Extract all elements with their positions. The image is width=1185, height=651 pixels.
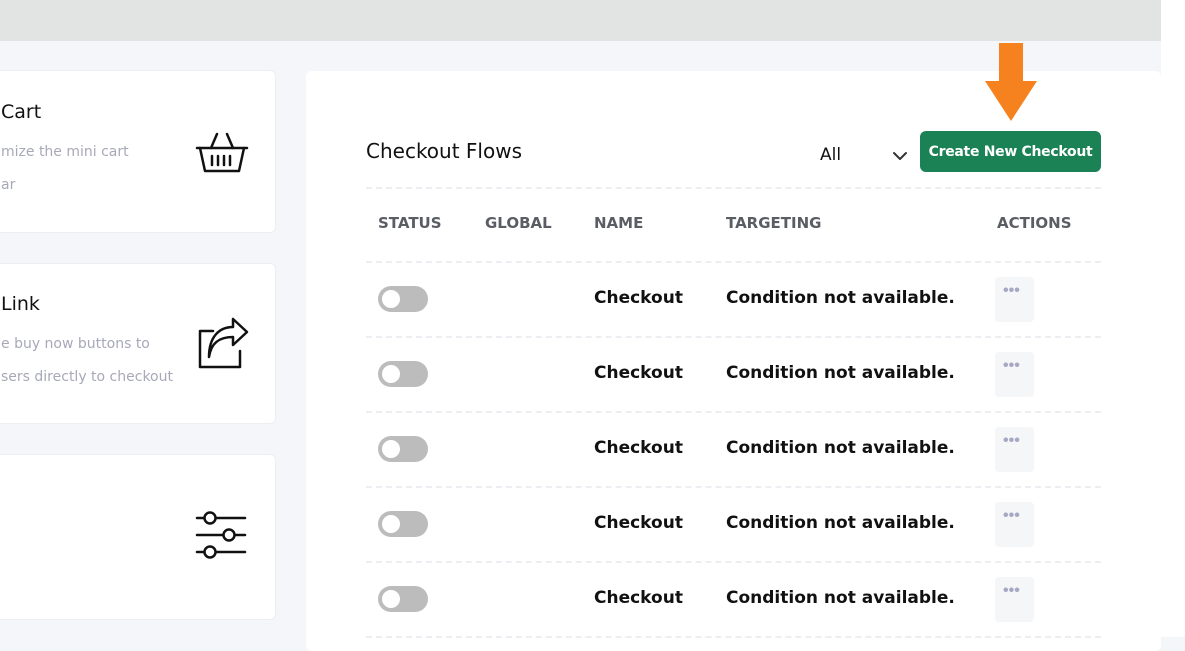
top-bar <box>0 0 1161 41</box>
more-actions-button[interactable]: ••• <box>995 427 1034 472</box>
settings-card[interactable] <box>0 454 276 620</box>
checkout-flows-panel: Checkout Flows All Create New Checkout S… <box>306 71 1161 651</box>
status-toggle[interactable] <box>378 361 428 387</box>
checkout-name[interactable]: Checkout <box>594 288 683 308</box>
divider <box>366 187 1101 189</box>
status-toggle[interactable] <box>378 511 428 537</box>
more-dots-icon: ••• <box>1003 357 1020 374</box>
page-title: Checkout Flows <box>366 139 522 163</box>
share-icon <box>195 317 249 374</box>
arrow-down-icon <box>985 43 1037 121</box>
toggle-knob <box>382 290 400 308</box>
card-description-line: mize the mini cart <box>1 144 129 160</box>
table-row: Checkout Condition not available. ••• <box>366 412 1101 487</box>
more-dots-icon: ••• <box>1003 507 1020 524</box>
targeting-text: Condition not available. <box>726 513 955 533</box>
targeting-text: Condition not available. <box>726 588 955 608</box>
filter-value: All <box>820 145 842 165</box>
more-dots-icon: ••• <box>1003 282 1020 299</box>
card-description-line: e buy now buttons to <box>1 336 150 352</box>
checkout-name[interactable]: Checkout <box>594 438 683 458</box>
table-row: Checkout Condition not available. ••• <box>366 562 1101 637</box>
targeting-text: Condition not available. <box>726 288 955 308</box>
page-edge <box>1161 0 1185 637</box>
column-header-name: NAME <box>594 214 644 232</box>
table-row: Checkout Condition not available. ••• <box>366 262 1101 337</box>
targeting-text: Condition not available. <box>726 438 955 458</box>
sliders-icon <box>195 511 247 564</box>
column-header-global: GLOBAL <box>485 214 552 232</box>
table-row: Checkout Condition not available. ••• <box>366 337 1101 412</box>
status-toggle[interactable] <box>378 586 428 612</box>
checkout-name[interactable]: Checkout <box>594 588 683 608</box>
checkout-name[interactable]: Checkout <box>594 513 683 533</box>
column-header-targeting: TARGETING <box>726 214 822 232</box>
column-header-actions: ACTIONS <box>997 214 1072 232</box>
targeting-text: Condition not available. <box>726 363 955 383</box>
more-actions-button[interactable]: ••• <box>995 577 1034 622</box>
basket-icon <box>195 131 249 180</box>
toggle-knob <box>382 365 400 383</box>
card-description-line: ar <box>1 177 16 193</box>
toggle-knob <box>382 515 400 533</box>
more-actions-button[interactable]: ••• <box>995 502 1034 547</box>
divider <box>366 636 1101 638</box>
card-title: Link <box>1 293 40 315</box>
create-new-checkout-button[interactable]: Create New Checkout <box>920 131 1101 172</box>
status-toggle[interactable] <box>378 286 428 312</box>
status-toggle[interactable] <box>378 436 428 462</box>
card-title: Cart <box>1 101 42 123</box>
toggle-knob <box>382 590 400 608</box>
more-actions-button[interactable]: ••• <box>995 352 1034 397</box>
table-row: Checkout Condition not available. ••• <box>366 487 1101 562</box>
card-description-line: sers directly to checkout <box>1 369 173 385</box>
checkout-name[interactable]: Checkout <box>594 363 683 383</box>
more-dots-icon: ••• <box>1003 582 1020 599</box>
more-dots-icon: ••• <box>1003 432 1020 449</box>
buy-now-link-card[interactable]: Link e buy now buttons to sers directly … <box>0 263 276 424</box>
filter-select[interactable]: All <box>820 145 912 166</box>
toggle-knob <box>382 440 400 458</box>
chevron-down-icon <box>892 148 908 166</box>
mini-cart-card[interactable]: Cart mize the mini cart ar <box>0 70 276 233</box>
more-actions-button[interactable]: ••• <box>995 277 1034 322</box>
column-header-status: STATUS <box>378 214 442 232</box>
